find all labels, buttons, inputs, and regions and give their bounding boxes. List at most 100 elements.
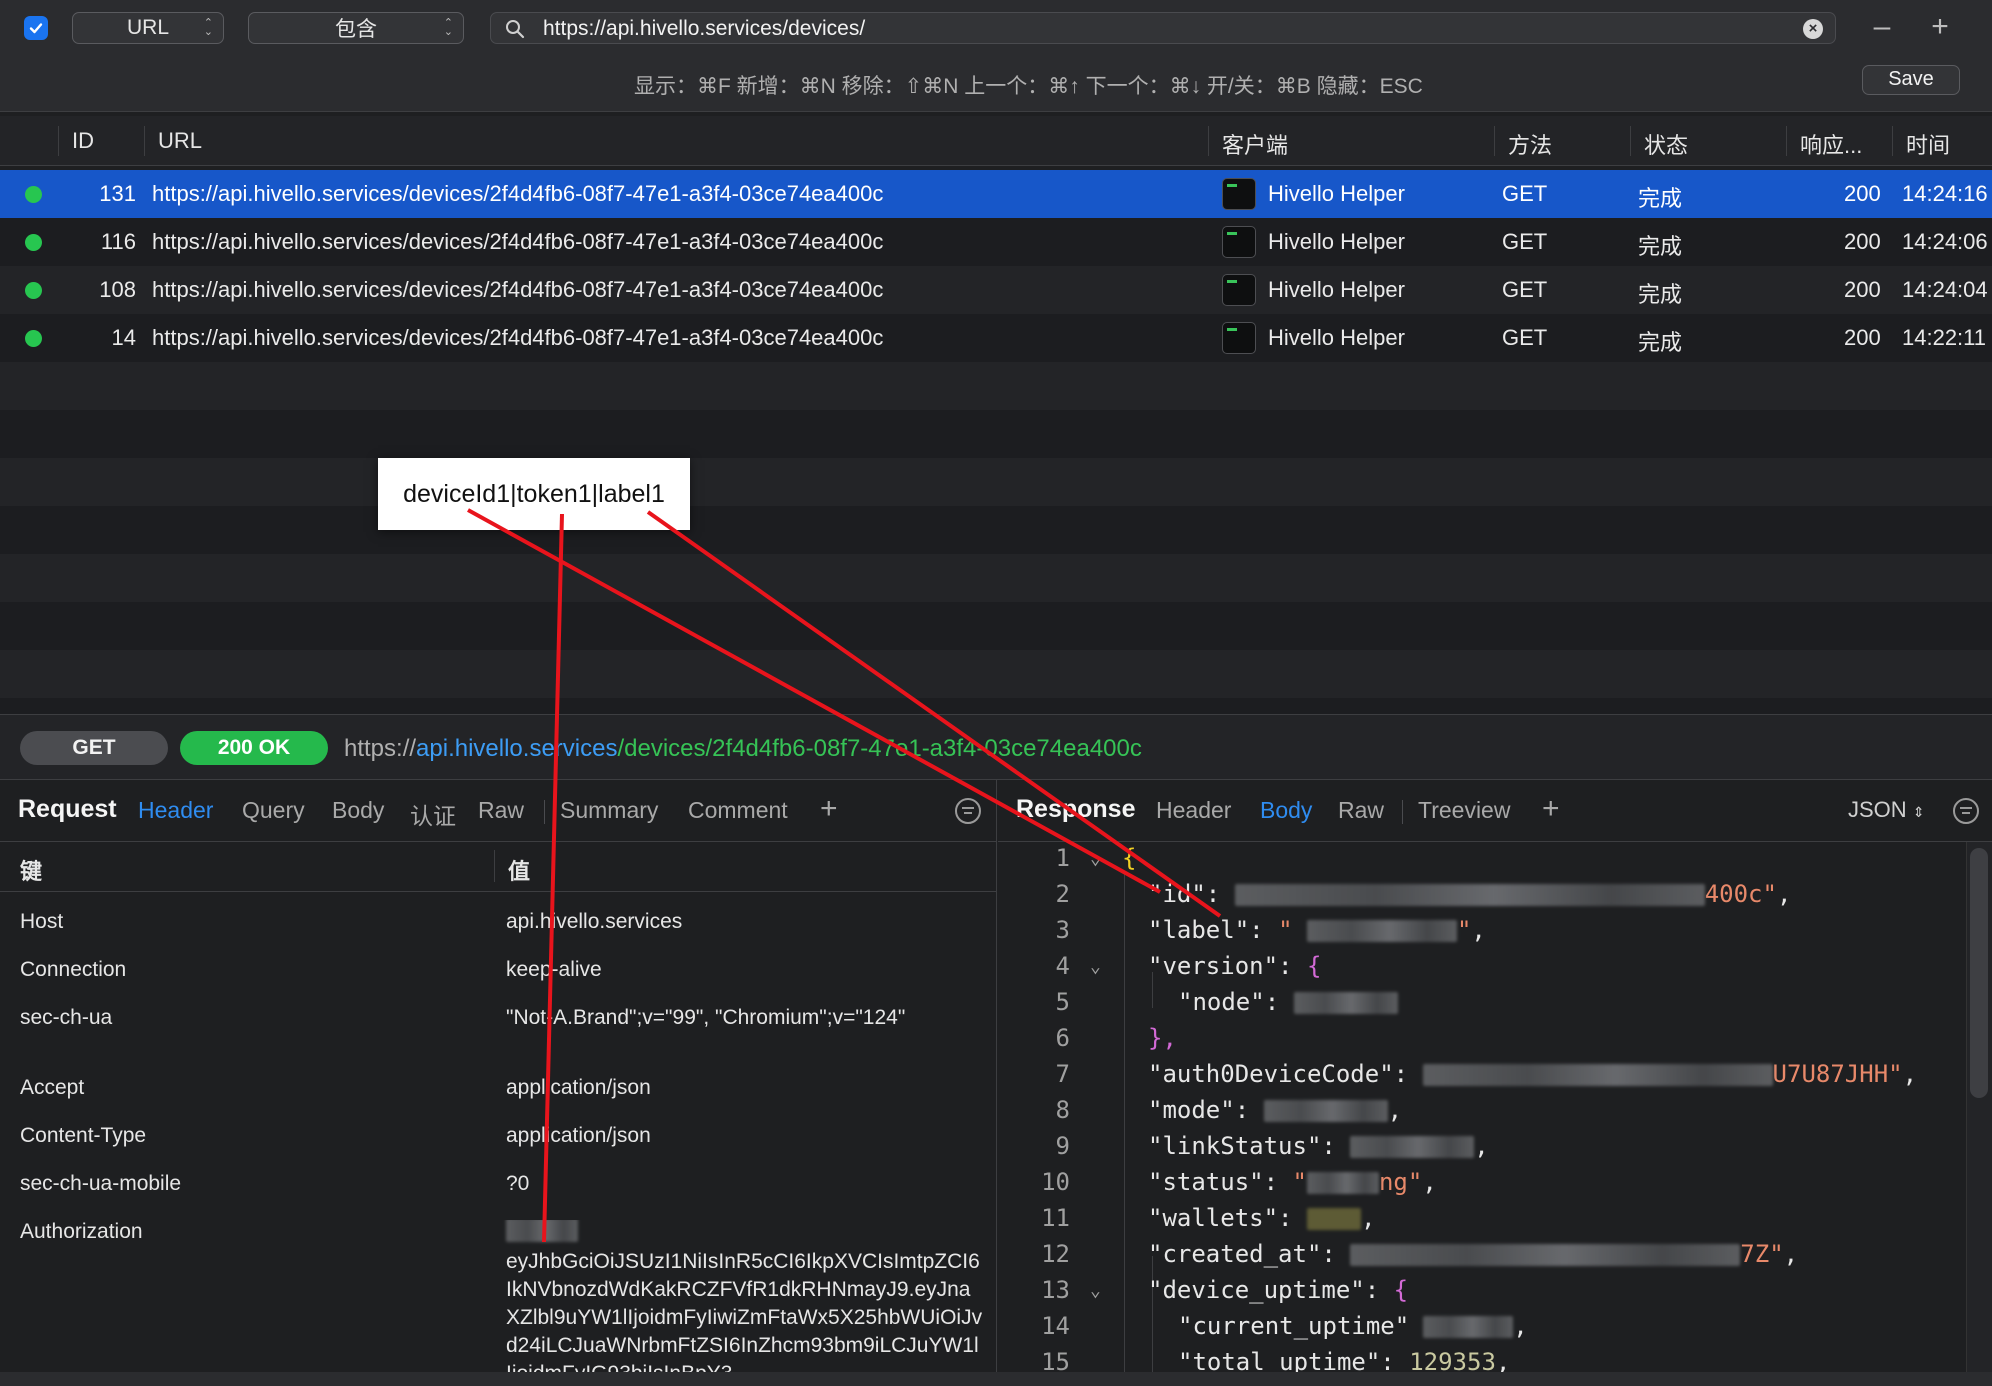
redacted-prefix — [506, 1220, 578, 1242]
search-icon — [506, 20, 525, 39]
row-response-code: 200 — [1844, 229, 1881, 254]
fold-chevron-icon[interactable]: ⌄ — [1090, 956, 1101, 977]
header-value: keep-alive — [506, 958, 602, 981]
line-number: 10 — [1041, 1168, 1070, 1196]
empty-row — [0, 650, 1992, 698]
header-value: api.hivello.services — [506, 910, 683, 933]
json-code-view[interactable]: 1 2 3 4 5 6 7 8 9 10 11 12 13 14 15 ⌄ ⌄ … — [998, 842, 1992, 1386]
json-line-wallets: "wallets": , — [1148, 1204, 1376, 1232]
tab-raw[interactable]: Raw — [1338, 797, 1384, 824]
line-number: 12 — [1041, 1240, 1070, 1268]
row-url: https://api.hivello.services/devices/2f4… — [152, 181, 884, 206]
tab-auth[interactable]: 认证 — [410, 797, 456, 831]
column-divider — [494, 850, 495, 882]
row-time: 14:22:11 — [1902, 325, 1987, 350]
filter-icon[interactable] — [1953, 798, 1979, 824]
column-header-client[interactable]: 客户端 — [1222, 128, 1288, 160]
tab-summary[interactable]: Summary — [560, 797, 658, 824]
clear-icon[interactable]: × — [1803, 19, 1823, 39]
json-key: "wallets" — [1148, 1204, 1279, 1232]
url-path: /devices/2f4d4fb6-08f7-47e1-a3f4-03ce74e… — [617, 735, 1142, 762]
table-row[interactable]: 14 https://api.hivello.services/devices/… — [0, 314, 1992, 362]
column-header-url[interactable]: URL — [158, 128, 202, 154]
format-select[interactable]: JSON ⇕ — [1848, 797, 1925, 823]
filter-field-select[interactable]: URL ⌃ ⌄ — [72, 12, 224, 44]
filter-search-input[interactable]: https://api.hivello.services/devices/ × — [490, 12, 1836, 44]
bottom-edge — [0, 1372, 1992, 1386]
row-client: Hivello Helper — [1268, 181, 1405, 206]
json-key: "version" — [1148, 952, 1279, 980]
row-id: 131 — [99, 181, 136, 206]
column-header-state[interactable]: 状态 — [1644, 128, 1688, 160]
json-line-link-status: "linkStatus": , — [1148, 1132, 1489, 1160]
column-header-id[interactable]: ID — [72, 128, 94, 154]
line-number: 1 — [1055, 844, 1070, 872]
tab-body[interactable]: Body — [332, 797, 384, 824]
filter-enabled-checkbox[interactable] — [24, 16, 48, 40]
row-client: Hivello Helper — [1268, 325, 1405, 350]
filter-operator-select[interactable]: 包含 ⌃ ⌄ — [248, 12, 464, 44]
table-row[interactable]: 131 https://api.hivello.services/devices… — [0, 170, 1992, 218]
add-tab-icon[interactable]: + — [820, 792, 838, 826]
redacted-value — [1350, 1136, 1475, 1158]
json-string: 7Z" — [1740, 1240, 1784, 1268]
json-key: "linkStatus" — [1148, 1132, 1322, 1160]
add-filter-button[interactable]: + — [1922, 10, 1958, 46]
json-key: "label" — [1148, 916, 1250, 944]
column-divider — [144, 126, 145, 156]
line-number: 5 — [1055, 988, 1070, 1016]
empty-row — [0, 602, 1992, 650]
response-panel: Response Header Body Raw Treeview + JSON… — [998, 780, 1992, 1386]
redacted-value — [1234, 884, 1705, 906]
json-key: "node" — [1178, 988, 1265, 1016]
fold-chevron-icon[interactable]: ⌄ — [1090, 1280, 1101, 1301]
header-key: Host — [20, 910, 64, 933]
filter-icon[interactable] — [955, 798, 981, 824]
format-value: JSON — [1848, 797, 1907, 822]
row-method: GET — [1502, 229, 1548, 254]
table-header: ID URL 客户端 方法 状态 响应... 时间 — [0, 116, 1992, 166]
table-row[interactable]: 108 https://api.hivello.services/devices… — [0, 266, 1992, 314]
add-tab-icon[interactable]: + — [1542, 792, 1560, 826]
json-key: "id" — [1148, 880, 1206, 908]
tab-query[interactable]: Query — [242, 797, 305, 824]
header-key: Connection — [20, 958, 127, 981]
json-line-version: "version": { — [1148, 952, 1322, 980]
tab-header[interactable]: Header — [1156, 797, 1231, 824]
save-button[interactable]: Save — [1862, 65, 1960, 95]
tab-header[interactable]: Header — [138, 797, 213, 824]
redacted-value — [1306, 1172, 1379, 1194]
header-row[interactable]: Authorization eyJhbGciOiJSUzI1NiIsInR5cC… — [0, 1220, 996, 1386]
tab-raw[interactable]: Raw — [478, 797, 524, 824]
row-url: https://api.hivello.services/devices/2f4… — [152, 277, 884, 302]
row-time: 14:24:06 — [1902, 229, 1988, 254]
column-divider — [1892, 126, 1893, 156]
shortcut-hints: 显示：⌘F 新增：⌘N 移除：⇧⌘N 上一个：⌘↑ 下一个：⌘↓ 开/关：⌘B … — [634, 75, 1423, 98]
column-header-method[interactable]: 方法 — [1508, 128, 1552, 160]
row-method: GET — [1502, 325, 1548, 350]
request-full-url[interactable]: https://api.hivello.services/devices/2f4… — [344, 735, 1142, 763]
table-row[interactable]: 116 https://api.hivello.services/devices… — [0, 218, 1992, 266]
column-header-response-code[interactable]: 响应... — [1800, 128, 1862, 160]
row-id: 108 — [99, 277, 136, 302]
json-key: "device_uptime" — [1148, 1276, 1365, 1304]
json-string: " — [1456, 916, 1472, 944]
column-divider — [1494, 126, 1495, 156]
request-panel: Request Header Query Body 认证 Raw Summary… — [0, 780, 997, 1386]
row-response-code: 200 — [1844, 277, 1881, 302]
headers-table-header: 键 值 — [0, 842, 996, 892]
column-header-time[interactable]: 时间 — [1906, 128, 1950, 160]
tab-treeview[interactable]: Treeview — [1418, 797, 1510, 824]
scrollbar-thumb[interactable] — [1970, 848, 1988, 1098]
empty-row — [0, 410, 1992, 458]
fold-chevron-icon[interactable]: ⌄ — [1090, 848, 1101, 869]
redacted-value — [1422, 1064, 1773, 1086]
tab-body[interactable]: Body — [1260, 797, 1312, 824]
filter-field-value: URL — [126, 16, 169, 39]
tab-comment[interactable]: Comment — [688, 797, 788, 824]
column-divider — [1630, 126, 1631, 156]
minimize-button[interactable]: – — [1864, 10, 1900, 46]
row-method: GET — [1502, 277, 1548, 302]
filter-operator-value: 包含 — [335, 18, 377, 41]
empty-row — [0, 506, 1992, 554]
